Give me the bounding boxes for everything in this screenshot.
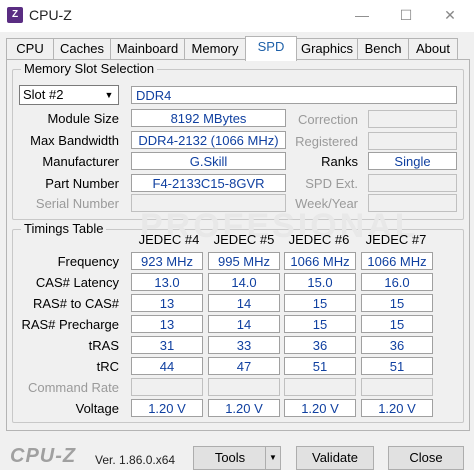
voltage-jedec5: 1.20 V <box>208 399 280 417</box>
voltage-jedec4: 1.20 V <box>131 399 203 417</box>
ras-to-cas-jedec5: 14 <box>208 294 280 312</box>
cas-latency-jedec5: 14.0 <box>208 273 280 291</box>
trc-label: tRC <box>96 359 119 374</box>
maximize-icon[interactable]: ☐ <box>384 0 428 30</box>
ras-precharge-jedec5: 14 <box>208 315 280 333</box>
correction-value <box>368 110 457 128</box>
voltage-jedec6: 1.20 V <box>284 399 356 417</box>
ras-to-cas-jedec6: 15 <box>284 294 356 312</box>
title-bar: Z CPU-Z — ☐ ✕ <box>0 0 474 32</box>
part-number-value: F4-2133C15-8GVR <box>131 174 286 192</box>
minimize-icon[interactable]: — <box>340 0 384 30</box>
version-text: Ver. 1.86.0.x64 <box>95 453 176 467</box>
tools-button[interactable]: Tools ▼ <box>193 446 281 470</box>
tools-button-label: Tools <box>214 450 246 465</box>
serial-number-label: Serial Number <box>35 196 119 211</box>
tras-jedec5: 33 <box>208 336 280 354</box>
cpuz-app-icon: Z <box>7 7 23 23</box>
memory-slot-group-title: Memory Slot Selection <box>21 61 158 76</box>
memory-type-value: DDR4 <box>131 86 457 104</box>
close-button[interactable]: Close <box>388 446 464 470</box>
frequency-jedec4: 923 MHz <box>131 252 203 270</box>
cas-latency-jedec6: 15.0 <box>284 273 356 291</box>
col-jedec-6: JEDEC #6 <box>288 232 350 247</box>
tab-mainboard[interactable]: Mainboard <box>110 38 185 59</box>
manufacturer-value: G.Skill <box>131 152 286 170</box>
trc-jedec6: 51 <box>284 357 356 375</box>
frequency-jedec5: 995 MHz <box>208 252 280 270</box>
cas-latency-label: CAS# Latency <box>35 275 119 290</box>
command-rate-jedec5 <box>208 378 280 396</box>
ras-to-cas-jedec4: 13 <box>131 294 203 312</box>
command-rate-jedec6 <box>284 378 356 396</box>
registered-label: Registered <box>295 134 358 149</box>
chevron-down-icon[interactable]: ▼ <box>265 447 280 469</box>
close-window-icon[interactable]: ✕ <box>428 0 472 30</box>
correction-label: Correction <box>298 112 358 127</box>
timings-table-group-title: Timings Table <box>21 221 107 236</box>
trc-jedec7: 51 <box>361 357 433 375</box>
frequency-jedec7: 1066 MHz <box>361 252 433 270</box>
spd-ext-label: SPD Ext. <box>305 176 358 191</box>
window-title: CPU-Z <box>29 7 72 23</box>
ras-precharge-jedec6: 15 <box>284 315 356 333</box>
tab-cpu[interactable]: CPU <box>6 38 54 59</box>
tab-graphics[interactable]: Graphics <box>296 38 358 59</box>
chevron-down-icon: ▼ <box>104 90 114 100</box>
trc-jedec5: 47 <box>208 357 280 375</box>
validate-button[interactable]: Validate <box>296 446 374 470</box>
cpuz-logo: CPU-Z <box>10 445 77 467</box>
max-bandwidth-label: Max Bandwidth <box>30 133 119 148</box>
slot-select-value: Slot #2 <box>23 87 64 102</box>
tab-spd[interactable]: SPD <box>245 36 297 61</box>
ras-to-cas-label: RAS# to CAS# <box>33 296 119 311</box>
module-size-label: Module Size <box>47 111 119 126</box>
tras-jedec6: 36 <box>284 336 356 354</box>
tras-jedec4: 31 <box>131 336 203 354</box>
command-rate-jedec7 <box>361 378 433 396</box>
trc-jedec4: 44 <box>131 357 203 375</box>
ranks-label: Ranks <box>321 154 358 169</box>
voltage-label: Voltage <box>75 401 119 416</box>
ras-to-cas-jedec7: 15 <box>361 294 433 312</box>
col-jedec-7: JEDEC #7 <box>365 232 427 247</box>
cas-latency-jedec4: 13.0 <box>131 273 203 291</box>
tras-jedec7: 36 <box>361 336 433 354</box>
ras-precharge-jedec7: 15 <box>361 315 433 333</box>
part-number-label: Part Number <box>45 176 119 191</box>
col-jedec-5: JEDEC #5 <box>213 232 275 247</box>
slot-select[interactable]: Slot #2 ▼ <box>19 85 119 105</box>
tras-label: tRAS <box>88 338 119 353</box>
command-rate-jedec4 <box>131 378 203 396</box>
cas-latency-jedec7: 16.0 <box>361 273 433 291</box>
frequency-label: Frequency <box>57 254 119 269</box>
max-bandwidth-value: DDR4-2132 (1066 MHz) <box>131 131 286 149</box>
tab-caches[interactable]: Caches <box>53 38 111 59</box>
ranks-value: Single <box>368 152 457 170</box>
command-rate-label: Command Rate <box>27 380 119 395</box>
tab-memory[interactable]: Memory <box>184 38 246 59</box>
footer-bar: CPU-Z Ver. 1.86.0.x64 Tools ▼ Validate C… <box>0 440 474 470</box>
spd-ext-value <box>368 174 457 192</box>
voltage-jedec7: 1.20 V <box>361 399 433 417</box>
tab-about[interactable]: About <box>408 38 458 59</box>
frequency-jedec6: 1066 MHz <box>284 252 356 270</box>
tab-bench[interactable]: Bench <box>357 38 409 59</box>
manufacturer-label: Manufacturer <box>42 154 119 169</box>
registered-value <box>368 132 457 150</box>
ras-precharge-jedec4: 13 <box>131 315 203 333</box>
col-jedec-4: JEDEC #4 <box>138 232 200 247</box>
module-size-value: 8192 MBytes <box>131 109 286 127</box>
ras-precharge-label: RAS# Precharge <box>21 317 119 332</box>
